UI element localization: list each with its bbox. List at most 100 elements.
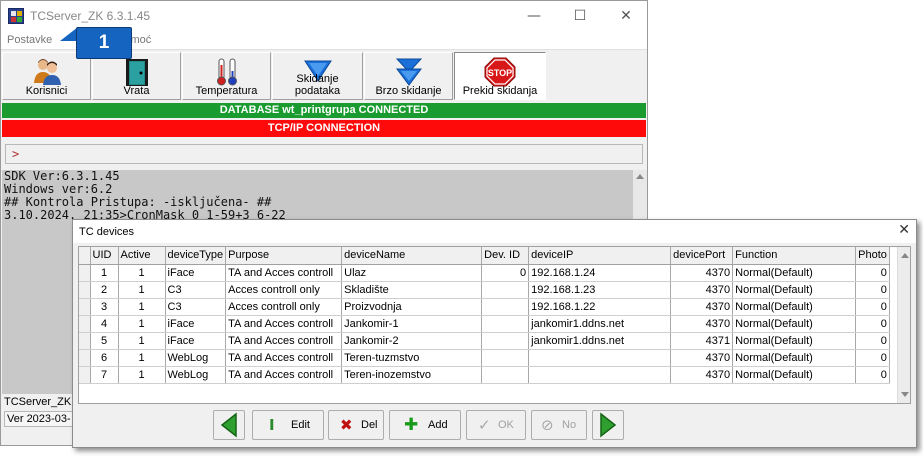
table-cell[interactable]: 1 (118, 315, 166, 333)
table-cell[interactable]: iFace (165, 264, 227, 282)
table-cell[interactable]: iFace (165, 332, 227, 350)
toolbar-brzo-skidanje-button[interactable]: Brzo skidanje (364, 52, 453, 100)
table-cell[interactable]: 1 (118, 298, 166, 316)
table-cell[interactable]: 1 (118, 366, 166, 384)
column-header[interactable]: Active (118, 247, 166, 265)
table-cell[interactable]: Acces controll only (225, 281, 343, 299)
table-cell[interactable]: Normal(Default) (732, 366, 857, 384)
table-cell[interactable]: WebLog (165, 366, 227, 384)
table-cell[interactable]: 4370 (670, 264, 734, 282)
table-cell[interactable]: 6 (90, 349, 119, 367)
table-cell[interactable]: 1 (118, 349, 166, 367)
scroll-down-icon[interactable] (901, 392, 909, 397)
table-cell[interactable] (481, 281, 530, 299)
table-cell[interactable]: jankomir1.ddns.net (528, 332, 672, 350)
table-row[interactable]: 2 1 C3 Acces controll only Skladište 192.168.… (79, 281, 890, 299)
table-cell[interactable]: 0 (855, 298, 890, 316)
table-cell[interactable]: 0 (855, 315, 890, 333)
row-indicator[interactable] (79, 281, 91, 299)
table-cell[interactable]: 4371 (670, 332, 734, 350)
scroll-up-icon[interactable] (901, 253, 909, 258)
table-cell[interactable]: Skladište (341, 281, 483, 299)
command-input[interactable]: > (5, 144, 643, 164)
table-cell[interactable]: Normal(Default) (732, 298, 857, 316)
table-cell[interactable]: Jankomir-1 (341, 315, 483, 333)
toolbar-skidanje-podataka-button[interactable]: Skidanje podataka (272, 52, 363, 100)
column-header[interactable]: deviceName (341, 247, 483, 265)
table-cell[interactable] (481, 332, 530, 350)
table-cell[interactable]: TA and Acces controll (225, 349, 343, 367)
toolbar-korisnici-button[interactable]: Korisnici (2, 52, 91, 100)
table-row[interactable]: 3 1 C3 Acces controll only Proizvodnja 192.16… (79, 298, 890, 316)
table-row[interactable]: 6 1 WebLog TA and Acces controll Teren-tuzms… (79, 349, 890, 367)
table-cell[interactable]: 0 (481, 264, 530, 282)
row-indicator[interactable] (79, 349, 91, 367)
table-cell[interactable] (481, 366, 530, 384)
column-header[interactable]: Purpose (225, 247, 343, 265)
table-cell[interactable]: Jankomir-2 (341, 332, 483, 350)
maximize-button[interactable]: ☐ (557, 1, 603, 31)
column-header[interactable]: UID (90, 247, 119, 265)
table-cell[interactable]: 192.168.1.23 (528, 281, 672, 299)
table-cell[interactable]: 4 (90, 315, 119, 333)
table-cell[interactable]: iFace (165, 315, 227, 333)
table-cell[interactable]: Normal(Default) (732, 281, 857, 299)
row-indicator[interactable] (79, 332, 91, 350)
table-cell[interactable]: 192.168.1.24 (528, 264, 672, 282)
table-cell[interactable] (528, 366, 672, 384)
no-button[interactable]: ⊘ No (531, 410, 587, 440)
toolbar-prekid-skidanja-button[interactable]: STOP Prekid skidanja (454, 52, 546, 100)
table-cell[interactable]: Acces controll only (225, 298, 343, 316)
table-cell[interactable]: 2 (90, 281, 119, 299)
table-cell[interactable]: TA and Acces controll (225, 332, 343, 350)
table-cell[interactable]: Teren-tuzmstvo (341, 349, 483, 367)
table-cell[interactable]: jankomir1.ddns.net (528, 315, 672, 333)
minimize-button[interactable]: — (511, 1, 557, 31)
next-record-button[interactable] (592, 410, 624, 440)
table-cell[interactable] (528, 349, 672, 367)
table-cell[interactable]: WebLog (165, 349, 227, 367)
table-cell[interactable]: C3 (165, 281, 227, 299)
table-cell[interactable]: Normal(Default) (732, 315, 857, 333)
table-row[interactable]: 1 1 iFace TA and Acces controll Ulaz 0 192.168… (79, 264, 890, 282)
table-cell[interactable]: 4370 (670, 298, 734, 316)
table-cell[interactable]: 4370 (670, 315, 734, 333)
table-cell[interactable] (481, 349, 530, 367)
column-header[interactable]: deviceType (165, 247, 227, 265)
table-row[interactable]: 7 1 WebLog TA and Acces controll Teren-inoze… (79, 366, 890, 384)
menu-postavke[interactable]: Postavke (7, 34, 52, 46)
table-cell[interactable]: 3 (90, 298, 119, 316)
column-header[interactable]: Photo (855, 247, 890, 265)
toolbar-temperatura-button[interactable]: Temperatura (182, 52, 271, 100)
table-cell[interactable]: Normal(Default) (732, 264, 857, 282)
table-cell[interactable]: 1 (118, 332, 166, 350)
table-cell[interactable]: 0 (855, 264, 890, 282)
table-cell[interactable]: 1 (118, 281, 166, 299)
table-cell[interactable]: TA and Acces controll (225, 264, 343, 282)
table-cell[interactable]: 0 (855, 366, 890, 384)
grid-scrollbar[interactable] (897, 247, 910, 403)
column-header[interactable]: deviceIP (528, 247, 672, 265)
column-header[interactable]: Function (732, 247, 857, 265)
table-row[interactable]: 5 1 iFace TA and Acces controll Jankomir-2 ja… (79, 332, 890, 350)
table-cell[interactable]: Normal(Default) (732, 332, 857, 350)
table-row[interactable]: 4 1 iFace TA and Acces controll Jankomir-1 ja… (79, 315, 890, 333)
table-cell[interactable]: TA and Acces controll (225, 315, 343, 333)
table-cell[interactable]: 7 (90, 366, 119, 384)
table-cell[interactable]: 0 (855, 349, 890, 367)
close-button[interactable]: ✕ (603, 1, 649, 31)
table-cell[interactable]: Proizvodnja (341, 298, 483, 316)
row-indicator[interactable] (79, 264, 91, 282)
table-cell[interactable] (481, 298, 530, 316)
row-indicator[interactable] (79, 315, 91, 333)
table-cell[interactable]: 4370 (670, 366, 734, 384)
table-cell[interactable]: 192.168.1.22 (528, 298, 672, 316)
table-cell[interactable]: 1 (90, 264, 119, 282)
table-cell[interactable]: 4370 (670, 281, 734, 299)
table-cell[interactable]: Ulaz (341, 264, 483, 282)
delete-button[interactable]: ✖ Del (328, 410, 384, 440)
table-cell[interactable]: Normal(Default) (732, 349, 857, 367)
dialog-close-button[interactable]: ✕ (898, 222, 910, 238)
prev-record-button[interactable] (213, 410, 245, 440)
table-cell[interactable]: Teren-inozemstvo (341, 366, 483, 384)
